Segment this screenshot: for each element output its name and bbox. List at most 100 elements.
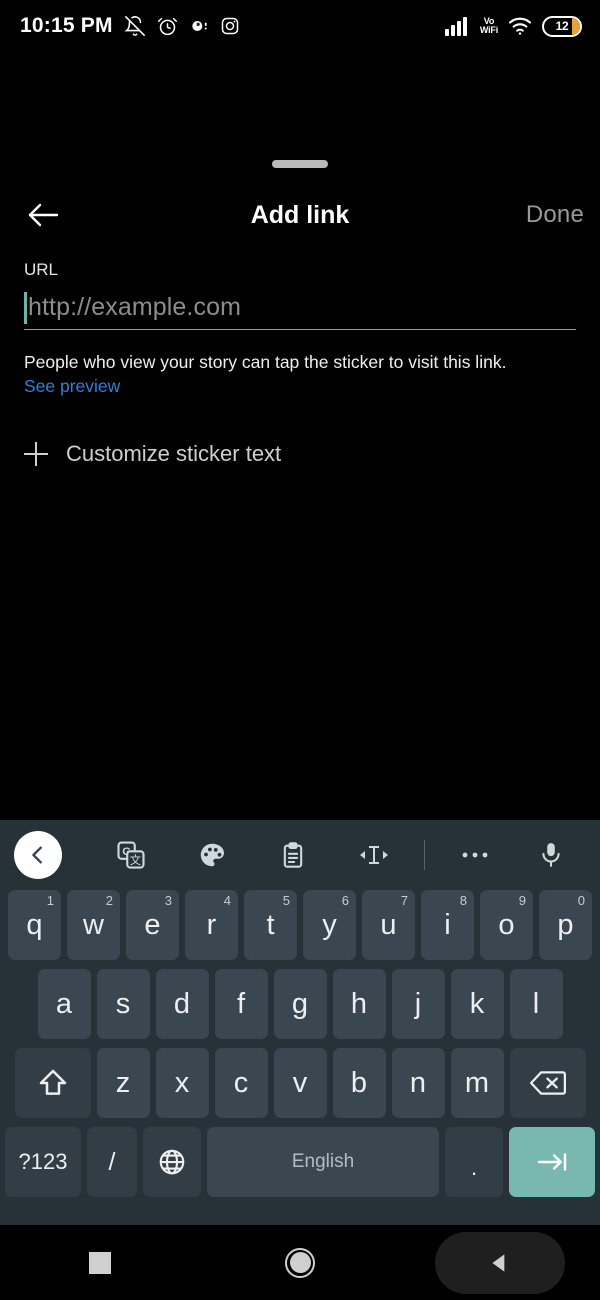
space-key[interactable]: English [207, 1127, 439, 1197]
voice-input-button[interactable] [516, 840, 586, 870]
signal-bars-icon [444, 17, 467, 36]
battery-level: 12 [555, 19, 569, 33]
key-n[interactable]: n [391, 1048, 445, 1118]
key-u[interactable]: 7 u [362, 890, 415, 960]
key-o[interactable]: 9 o [480, 890, 533, 960]
svg-text:文: 文 [129, 853, 140, 867]
key-p[interactable]: 0 p [539, 890, 592, 960]
enter-key[interactable] [509, 1127, 595, 1197]
backspace-key[interactable] [509, 1048, 586, 1118]
status-bar-clock: 10:15 PM [20, 14, 113, 37]
vowifi-label: Vo WiFi [480, 16, 498, 36]
keyboard-row-4: ?123 / English . [4, 1127, 596, 1197]
key-v[interactable]: v [273, 1048, 327, 1118]
see-preview-link[interactable]: See preview [24, 375, 120, 397]
status-bar: 10:15 PM Vo WiFi 12 [0, 0, 600, 52]
collapse-toolbar-circle [14, 831, 62, 879]
key-p-label: p [557, 908, 574, 941]
palette-icon [200, 843, 224, 867]
key-y[interactable]: 6 y [303, 890, 356, 960]
slash-key[interactable]: / [87, 1127, 137, 1197]
key-s[interactable]: s [96, 969, 150, 1039]
key-m[interactable]: m [450, 1048, 504, 1118]
key-k[interactable]: k [450, 969, 504, 1039]
google-translate-button[interactable]: G 文 [90, 840, 171, 870]
key-d[interactable]: d [155, 969, 209, 1039]
key-o-hint: 9 [518, 893, 526, 908]
shift-key[interactable] [14, 1048, 91, 1118]
sheet-drag-handle[interactable] [272, 160, 328, 168]
text-editing-button[interactable] [334, 842, 415, 868]
keyboard-row-1: 1 q 2 w 3 e 4 r 5 t 6 y 7 u 8 i 9 o 0 p [4, 890, 596, 960]
keyboard: G 文 1 q 2 w 3 e 4 r 5 t 6 y 7 u 8 i 9 o … [0, 820, 600, 1225]
backspace-icon [529, 1071, 566, 1095]
shift-arrow-icon [39, 1069, 66, 1095]
navigation-bar [0, 1225, 600, 1300]
key-q[interactable]: 1 q [8, 890, 61, 960]
key-e-hint: 3 [164, 893, 172, 908]
key-w[interactable]: 2 w [67, 890, 120, 960]
key-e[interactable]: 3 e [126, 890, 179, 960]
recents-button[interactable] [0, 1225, 200, 1300]
done-button[interactable]: Done [526, 201, 584, 229]
key-r[interactable]: 4 r [185, 890, 238, 960]
key-t[interactable]: 5 t [244, 890, 297, 960]
toolbar-divider [415, 840, 435, 870]
key-i-hint: 8 [459, 893, 467, 908]
key-b[interactable]: b [332, 1048, 386, 1118]
google-translate-icon: G 文 [117, 841, 145, 869]
key-a[interactable]: a [37, 969, 91, 1039]
bell-off-icon [123, 16, 145, 36]
key-e-label: e [144, 908, 161, 941]
symbols-key[interactable]: ?123 [5, 1127, 81, 1197]
key-l[interactable]: l [509, 969, 563, 1039]
chevron-left-icon [32, 846, 42, 864]
page-title: Add link [250, 200, 350, 229]
alarm-clock-icon [157, 17, 177, 35]
phone-screen: 10:15 PM Vo WiFi 12 Add link Done URL ht… [0, 0, 600, 1300]
status-bar-right: Vo WiFi 12 [444, 15, 582, 37]
key-j[interactable]: j [391, 969, 445, 1039]
key-w-label: w [83, 908, 104, 941]
key-y-label: y [322, 908, 337, 941]
microphone-icon [542, 843, 560, 867]
theme-button[interactable] [171, 840, 252, 870]
link-form: URL http://example.com People who view y… [0, 260, 600, 397]
customize-sticker-text-button[interactable]: Customize sticker text [24, 433, 281, 475]
overflow-dots-icon [463, 852, 488, 858]
language-switch-key[interactable] [143, 1127, 201, 1197]
instagram-icon [221, 17, 238, 35]
key-z[interactable]: z [96, 1048, 150, 1118]
more-options-button[interactable] [435, 849, 516, 861]
key-x[interactable]: x [155, 1048, 209, 1118]
back-nav-button[interactable] [400, 1225, 600, 1300]
clipboard-button[interactable] [252, 841, 333, 869]
battery-icon: 12 [542, 15, 582, 37]
keyboard-row-3: z x c v b n m [4, 1048, 596, 1118]
key-p-hint: 0 [577, 893, 585, 908]
keyboard-row-2: a s d f g h j k l [4, 969, 596, 1039]
clipboard-icon [283, 842, 303, 868]
plus-icon [24, 442, 48, 466]
key-h[interactable]: h [332, 969, 386, 1039]
key-f[interactable]: f [214, 969, 268, 1039]
url-input[interactable]: http://example.com [24, 286, 576, 330]
keyboard-keys: 1 q 2 w 3 e 4 r 5 t 6 y 7 u 8 i 9 o 0 p … [0, 890, 600, 1197]
wifi-icon [508, 17, 532, 35]
key-t-hint: 5 [282, 893, 290, 908]
collapse-toolbar-button[interactable] [14, 831, 90, 879]
key-q-hint: 1 [46, 893, 54, 908]
square-icon [89, 1251, 111, 1274]
key-g[interactable]: g [273, 969, 327, 1039]
text-cursor-move-icon [360, 846, 389, 864]
key-u-label: u [380, 908, 397, 941]
key-t-label: t [266, 908, 275, 941]
battery-fill [572, 17, 580, 35]
tab-arrow-icon [537, 1153, 567, 1171]
period-key[interactable]: . [445, 1127, 503, 1197]
key-c[interactable]: c [214, 1048, 268, 1118]
key-i-label: i [444, 908, 451, 941]
url-field-label: URL [24, 260, 59, 279]
key-i[interactable]: 8 i [421, 890, 474, 960]
home-button[interactable] [200, 1225, 400, 1300]
